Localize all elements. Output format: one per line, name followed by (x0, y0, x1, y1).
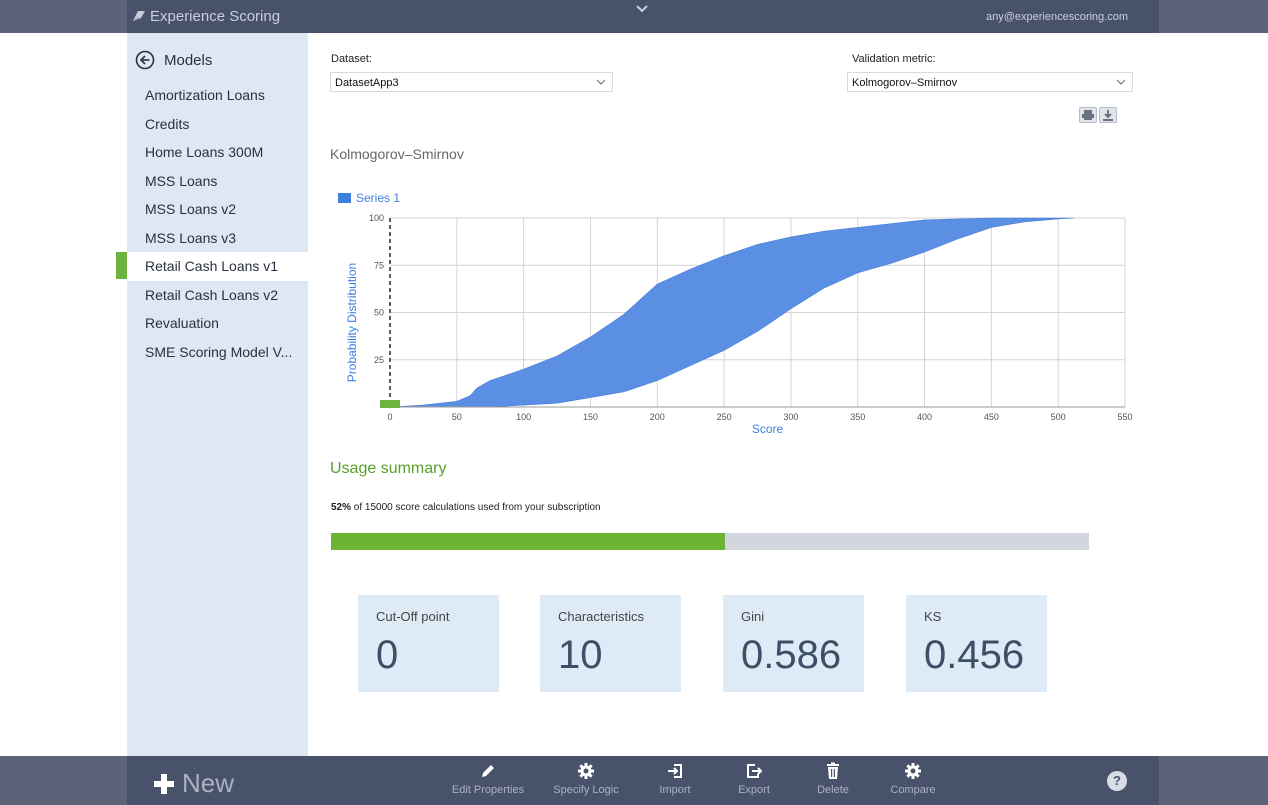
model-list: Amortization Loans Credits Home Loans 30… (127, 81, 308, 366)
y-tick-label: 75 (374, 260, 384, 270)
stat-card-characteristics: Characteristics 10 (540, 595, 681, 692)
sidebar-item-mss-loans-v3[interactable]: MSS Loans v3 (127, 224, 308, 253)
delete-label: Delete (817, 784, 849, 796)
stat-card-gini: Gini 0.586 (723, 595, 864, 692)
left-gutter (0, 33, 127, 756)
edit-properties-label: Edit Properties (451, 784, 525, 796)
gear-icon (905, 763, 921, 779)
back-arrow-icon (135, 50, 155, 70)
usage-percent: 52% (331, 502, 352, 513)
y-tick-label: 25 (374, 355, 384, 365)
pencil-icon (482, 765, 494, 777)
new-model-button[interactable]: New (153, 768, 234, 799)
new-label: New (182, 768, 235, 798)
import-button[interactable]: Import (630, 762, 720, 796)
stat-label-characteristics: Characteristics (558, 609, 644, 624)
validation-metric-value: Kolmogorov–Smirnov (852, 77, 958, 89)
y-tick-label: 100 (369, 213, 384, 223)
dataset-label: Dataset: (331, 53, 372, 65)
back-label: Models (164, 51, 213, 69)
x-axis-label: Score (752, 422, 784, 436)
active-item-marker (116, 252, 127, 279)
help-icon[interactable]: ? (1107, 771, 1127, 791)
stat-label-cutoff: Cut-Off point (376, 609, 450, 624)
usage-description: of 15000 score calculations used from yo… (353, 502, 601, 513)
stat-card-ks: KS 0.456 (906, 595, 1047, 692)
stat-label-gini: Gini (741, 609, 765, 624)
main-content: Dataset: DatasetApp3 Validation metric: … (308, 33, 1159, 756)
models-sidebar: Models Amortization Loans Credits Home L… (127, 33, 308, 756)
x-tick-label: 300 (783, 412, 798, 422)
dataset-select[interactable]: DatasetApp3 (330, 72, 613, 92)
stat-value-cutoff: 0 (376, 633, 399, 677)
legend-swatch (338, 193, 351, 203)
import-label: Import (659, 784, 691, 796)
x-tick-label: 100 (516, 412, 531, 422)
export-label: Export (738, 784, 770, 796)
specify-logic-button[interactable]: Specify Logic (541, 762, 631, 796)
bottom-toolbar: New Edit Properties Specify Logic Import… (0, 756, 1268, 805)
sidebar-item-amortization-loans[interactable]: Amortization Loans (127, 81, 308, 110)
app-title: Experience Scoring (150, 8, 281, 25)
usage-progress-fill (331, 533, 726, 550)
export-button[interactable]: Export (709, 762, 799, 796)
x-tick-label: 400 (917, 412, 932, 422)
chart-title: Kolmogorov–Smirnov (330, 146, 464, 162)
validation-metric-select[interactable]: Kolmogorov–Smirnov (847, 72, 1133, 92)
app-logo-icon (133, 11, 145, 21)
y-axis-label: Probability Distribution (345, 263, 359, 382)
chevron-down-icon[interactable] (632, 2, 652, 16)
x-tick-label: 550 (1117, 412, 1132, 422)
user-email[interactable]: any@experiencescoring.com (986, 11, 1128, 23)
print-button[interactable] (1079, 107, 1097, 123)
usage-progress-bar (331, 533, 1089, 550)
sidebar-item-sme-scoring-model[interactable]: SME Scoring Model V... (127, 338, 308, 367)
stat-value-gini: 0.586 (741, 633, 842, 677)
usage-summary-title: Usage summary (330, 460, 447, 477)
download-button[interactable] (1099, 107, 1117, 123)
y-tick-label: 50 (374, 308, 384, 318)
validation-metric-label: Validation metric: (852, 53, 936, 65)
x-tick-label: 0 (387, 412, 392, 422)
cutoff-marker-handle (380, 400, 400, 408)
right-gutter (1159, 33, 1268, 756)
trash-icon (827, 762, 839, 779)
ks-chart: 0 50 100 150 200 250 300 350 400 450 500 550 25 50 75 1… (345, 213, 1133, 436)
x-tick-label: 450 (984, 412, 999, 422)
chevron-down-icon (596, 79, 606, 85)
x-tick-label: 50 (452, 412, 462, 422)
import-icon (668, 764, 682, 778)
sidebar-item-home-loans-300m[interactable]: Home Loans 300M (127, 138, 308, 167)
compare-label: Compare (890, 784, 936, 796)
x-tick-label: 350 (850, 412, 865, 422)
stat-value-ks: 0.456 (924, 633, 1025, 677)
delete-button[interactable]: Delete (788, 762, 878, 796)
sidebar-item-credits[interactable]: Credits (127, 110, 308, 139)
x-tick-label: 500 (1051, 412, 1066, 422)
sidebar-item-mss-loans-v2[interactable]: MSS Loans v2 (127, 195, 308, 224)
stat-card-cutoff: Cut-Off point 0 (358, 595, 499, 692)
chevron-down-icon (1116, 79, 1126, 85)
sidebar-item-revaluation[interactable]: Revaluation (127, 309, 308, 338)
edit-properties-button[interactable]: Edit Properties (443, 762, 533, 796)
sidebar-item-retail-cash-loans-v2[interactable]: Retail Cash Loans v2 (127, 281, 308, 310)
specify-logic-label: Specify Logic (553, 784, 619, 796)
print-icon (1082, 110, 1094, 120)
sidebar-item-mss-loans[interactable]: MSS Loans (127, 167, 308, 196)
gear-icon (578, 763, 594, 779)
stat-label-ks: KS (924, 609, 942, 624)
download-icon (1103, 110, 1113, 121)
x-tick-label: 250 (717, 412, 732, 422)
compare-button[interactable]: Compare (868, 762, 958, 796)
export-icon (747, 764, 763, 778)
x-tick-label: 150 (583, 412, 598, 422)
back-to-models-button[interactable]: Models (135, 49, 212, 71)
plus-icon (154, 773, 174, 794)
sidebar-item-retail-cash-loans-v1[interactable]: Retail Cash Loans v1 (127, 252, 308, 281)
stat-value-characteristics: 10 (558, 633, 603, 677)
dataset-select-value: DatasetApp3 (335, 77, 399, 89)
usage-text: 52% of 15000 score calculations used fro… (331, 502, 601, 513)
x-tick-label: 200 (650, 412, 665, 422)
